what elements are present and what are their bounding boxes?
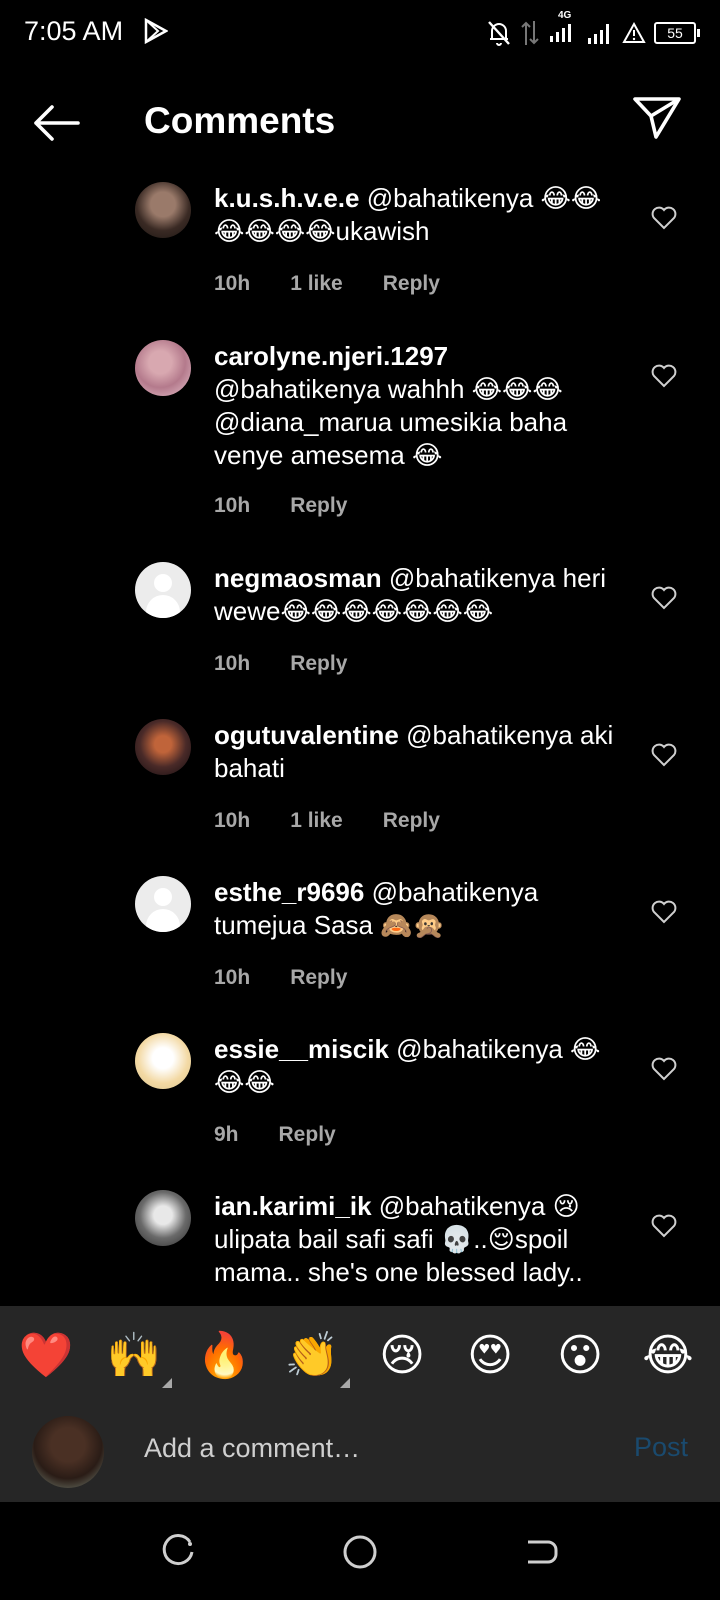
comment-body: @bahatikenya wahhh 😂😂😂 @diana_marua umes… [214, 374, 568, 470]
comment-meta: 10h Reply [214, 652, 347, 676]
comment-username[interactable]: essie__miscik [214, 1034, 389, 1064]
post-button[interactable]: Post [634, 1432, 688, 1463]
avatar[interactable] [135, 1033, 191, 1089]
play-store-icon [144, 18, 168, 44]
comments-header: Comments [0, 80, 720, 166]
avatar[interactable] [135, 340, 191, 396]
avatar[interactable] [135, 719, 191, 775]
comment-time: 10h [214, 652, 251, 675]
comment-text: negmaosman @bahatikenya heri wewe😂😂😂😂😂😂😂 [214, 562, 622, 628]
comment-time: 10h [214, 494, 251, 517]
reply-button[interactable]: Reply [290, 652, 347, 676]
comment-text: ian.karimi_ik @bahatikenya 😢 ulipata bai… [214, 1190, 622, 1289]
add-comment-input[interactable] [142, 1432, 576, 1465]
avatar[interactable] [135, 876, 191, 932]
mute-bell-icon [488, 21, 510, 46]
recent-apps-icon[interactable] [160, 1532, 200, 1572]
reply-button[interactable]: Reply [383, 809, 440, 833]
comment-text: esthe_r9696 @bahatikenya tumejua Sasa 🙈🙊 [214, 876, 622, 942]
comment-time: 10h [214, 809, 251, 832]
comment-username[interactable]: ian.karimi_ik [214, 1191, 372, 1221]
comment-text: k.u.s.h.v.e.e @bahatikenya 😂😂😂😂😂😂ukawish [214, 182, 622, 248]
comments-list[interactable]: k.u.s.h.v.e.e @bahatikenya 😂😂😂😂😂😂ukawish… [0, 172, 720, 1306]
emoji-crying-face[interactable]: 😢 [374, 1328, 430, 1384]
back-icon[interactable] [520, 1532, 560, 1572]
emoji-raising-hands[interactable]: 🙌 [106, 1328, 172, 1388]
comment-meta: 10h Reply [214, 494, 347, 518]
comment-meta: 9h Reply [214, 1123, 336, 1147]
comment-time: 10h [214, 272, 251, 295]
data-arrows-icon [521, 21, 539, 45]
comment-username[interactable]: k.u.s.h.v.e.e [214, 183, 359, 213]
reply-button[interactable]: Reply [383, 272, 440, 296]
reply-button[interactable]: Reply [290, 494, 347, 518]
comment-time: 10h [214, 966, 251, 989]
comment-text: carolyne.njeri.1297 @bahatikenya wahhh 😂… [214, 340, 622, 472]
emoji-fire[interactable]: 🔥 [196, 1328, 252, 1384]
signal-icon [550, 23, 571, 42]
emoji-heart-eyes[interactable]: 😍 [462, 1328, 518, 1384]
status-bar: 7:05 AM 4G 55 [0, 0, 720, 64]
back-arrow-icon[interactable] [30, 102, 82, 144]
reply-button[interactable]: Reply [290, 966, 347, 990]
emoji-quick-bar: ❤️ 🙌 🔥 👏 😢 😍 😮 😂 [0, 1306, 720, 1402]
heart-icon[interactable] [651, 900, 677, 924]
emoji-glyph: 🙌 [106, 1330, 162, 1381]
comment-meta: 10h 1 like Reply [214, 809, 440, 833]
send-paper-plane-icon[interactable] [632, 96, 682, 140]
emoji-surprised-face[interactable]: 😮 [552, 1328, 608, 1384]
status-time: 7:05 AM [24, 16, 124, 46]
reply-button[interactable]: Reply [279, 1123, 336, 1147]
current-user-avatar [32, 1416, 104, 1488]
avatar[interactable] [135, 1190, 191, 1246]
comment-meta: 10h 1 like Reply [214, 272, 440, 296]
status-icons: 4G 55 [486, 10, 700, 48]
battery-icon: 55 [654, 22, 700, 44]
avatar[interactable] [135, 562, 191, 618]
system-nav-bar [0, 1502, 720, 1600]
emoji-red-heart[interactable]: ❤️ [18, 1328, 74, 1384]
heart-icon[interactable] [651, 586, 677, 610]
heart-icon[interactable] [651, 1214, 677, 1238]
comment-likes[interactable]: 1 like [290, 272, 343, 296]
variant-indicator-icon [162, 1378, 172, 1388]
comment-username[interactable]: carolyne.njeri.1297 [214, 341, 448, 371]
emoji-tears-of-joy[interactable]: 😂 [640, 1328, 696, 1384]
heart-icon[interactable] [651, 206, 677, 230]
variant-indicator-icon [340, 1378, 350, 1388]
comment-username[interactable]: esthe_r9696 [214, 877, 364, 907]
comment-text: essie__miscik @bahatikenya 😂😂😂 [214, 1033, 622, 1099]
heart-icon[interactable] [651, 743, 677, 767]
emoji-glyph: 👏 [284, 1330, 340, 1381]
emoji-clapping-hands[interactable]: 👏 [284, 1328, 350, 1388]
heart-icon[interactable] [651, 364, 677, 388]
comment-likes[interactable]: 1 like [290, 809, 343, 833]
network-type: 4G [558, 9, 572, 21]
comment-text: ogutuvalentine @bahatikenya aki bahati [214, 719, 622, 785]
signal-icon-2 [588, 24, 609, 44]
comment-composer: Post [0, 1402, 720, 1502]
heart-icon[interactable] [651, 1057, 677, 1081]
alert-icon [622, 21, 646, 43]
comment-meta: 10h Reply [214, 966, 347, 990]
comment-username[interactable]: ogutuvalentine [214, 720, 399, 750]
avatar[interactable] [135, 182, 191, 238]
comment-time: 9h [214, 1123, 239, 1146]
comment-username[interactable]: negmaosman [214, 563, 382, 593]
home-icon[interactable] [340, 1532, 380, 1572]
page-title: Comments [144, 100, 336, 141]
